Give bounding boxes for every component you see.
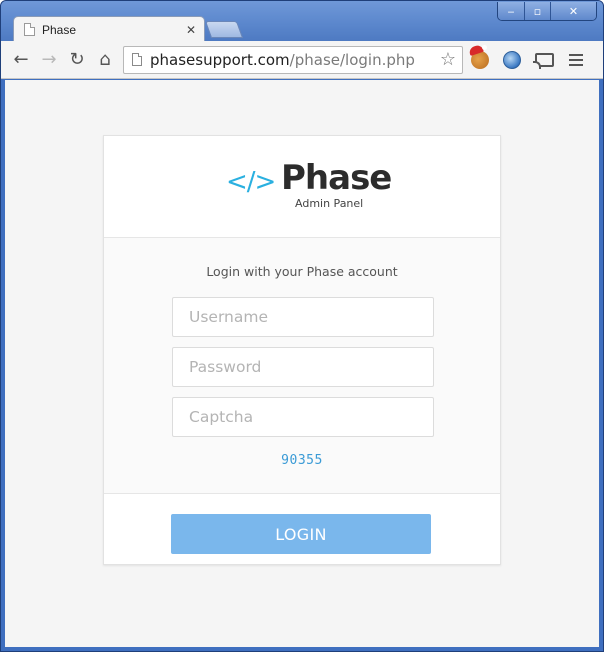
- login-form: Login with your Phase account 90355: [104, 238, 500, 494]
- address-bar[interactable]: phasesupport.com/phase/login.php ☆: [123, 45, 463, 74]
- captcha-input[interactable]: [172, 397, 434, 437]
- page-icon: [24, 23, 35, 36]
- tab-close-icon[interactable]: ✕: [186, 23, 196, 37]
- close-window-button[interactable]: ✕: [550, 2, 596, 20]
- url-text[interactable]: phasesupport.com/phase/login.php: [150, 51, 440, 69]
- url-path: /phase/login.php: [289, 50, 415, 69]
- password-input[interactable]: [172, 347, 434, 387]
- menu-button[interactable]: [561, 46, 591, 74]
- login-button[interactable]: LOGIN: [171, 514, 431, 554]
- maximize-button[interactable]: ▫: [524, 2, 550, 20]
- username-input[interactable]: [172, 297, 434, 337]
- url-host: phasesupport.com: [150, 50, 290, 69]
- title-bar: ‒ ▫ ✕ Phase ✕: [1, 1, 603, 42]
- tab-title: Phase: [42, 22, 77, 37]
- extension-globe-button[interactable]: [497, 46, 527, 74]
- login-card: </> Phase Admin Panel Login with your Ph…: [103, 135, 501, 565]
- new-tab-button[interactable]: [204, 21, 244, 38]
- logo-subtitle: Admin Panel: [295, 197, 364, 210]
- window-controls: ‒ ▫ ✕: [497, 2, 597, 21]
- page-content: </> Phase Admin Panel Login with your Ph…: [5, 80, 599, 647]
- browser-window: ‒ ▫ ✕ Phase ✕ ← → ↻ ⌂ phasesupport.com/p…: [0, 0, 604, 652]
- logo-text: Phase: [281, 158, 392, 198]
- forward-button[interactable]: →: [35, 46, 63, 74]
- extension-cookie-button[interactable]: [465, 44, 495, 74]
- code-brackets-icon: </>: [226, 167, 276, 197]
- hamburger-menu-icon: [569, 53, 583, 66]
- reload-button[interactable]: ↻: [63, 46, 91, 74]
- login-caption: Login with your Phase account: [206, 264, 398, 279]
- captcha-code: 90355: [281, 453, 323, 468]
- back-button[interactable]: ←: [7, 46, 35, 74]
- home-button[interactable]: ⌂: [91, 46, 119, 74]
- bookmark-star-icon[interactable]: ☆: [440, 49, 456, 70]
- login-footer: LOGIN: [104, 494, 500, 564]
- cookie-santa-icon: [471, 44, 489, 69]
- tab-phase[interactable]: Phase ✕: [13, 16, 205, 42]
- cast-icon: [532, 52, 554, 69]
- globe-icon: [503, 50, 521, 69]
- login-header: </> Phase Admin Panel: [104, 136, 500, 238]
- cast-button[interactable]: [529, 46, 559, 74]
- minimize-button[interactable]: ‒: [498, 2, 524, 20]
- browser-toolbar: ← → ↻ ⌂ phasesupport.com/phase/login.php…: [1, 41, 603, 79]
- page-icon: [132, 53, 142, 66]
